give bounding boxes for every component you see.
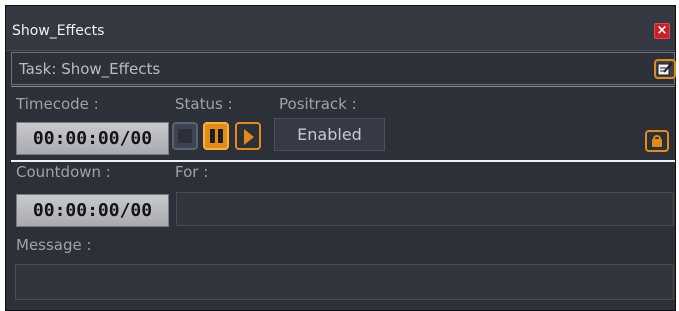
edit-task-button[interactable] [654, 59, 676, 79]
task-header: Task: Show_Effects [11, 52, 676, 85]
title-bar: Show_Effects × [6, 6, 675, 51]
edit-note-icon [657, 62, 673, 76]
lock-button[interactable] [645, 130, 669, 152]
message-field[interactable] [15, 264, 674, 300]
task-label: Task: Show_Effects [19, 60, 161, 78]
for-field[interactable] [176, 192, 674, 226]
close-icon: × [656, 23, 668, 38]
timecode-display[interactable]: 00:00:00/00 [16, 122, 169, 155]
status-label: Status : [175, 95, 233, 113]
play-icon [244, 129, 254, 145]
for-label: For : [175, 163, 209, 181]
countdown-display[interactable]: 00:00:00/00 [16, 194, 169, 227]
window-title: Show_Effects [12, 23, 105, 39]
positrack-toggle[interactable]: Enabled [274, 118, 385, 151]
countdown-label: Countdown : [16, 163, 111, 181]
stop-button[interactable] [172, 122, 198, 150]
positrack-label: Positrack : [279, 95, 357, 113]
pause-button[interactable] [203, 122, 229, 150]
close-button[interactable]: × [654, 23, 670, 39]
stop-icon [178, 129, 192, 143]
play-button[interactable] [235, 122, 261, 150]
timecode-label: Timecode : [16, 95, 99, 113]
message-label: Message : [16, 236, 92, 254]
